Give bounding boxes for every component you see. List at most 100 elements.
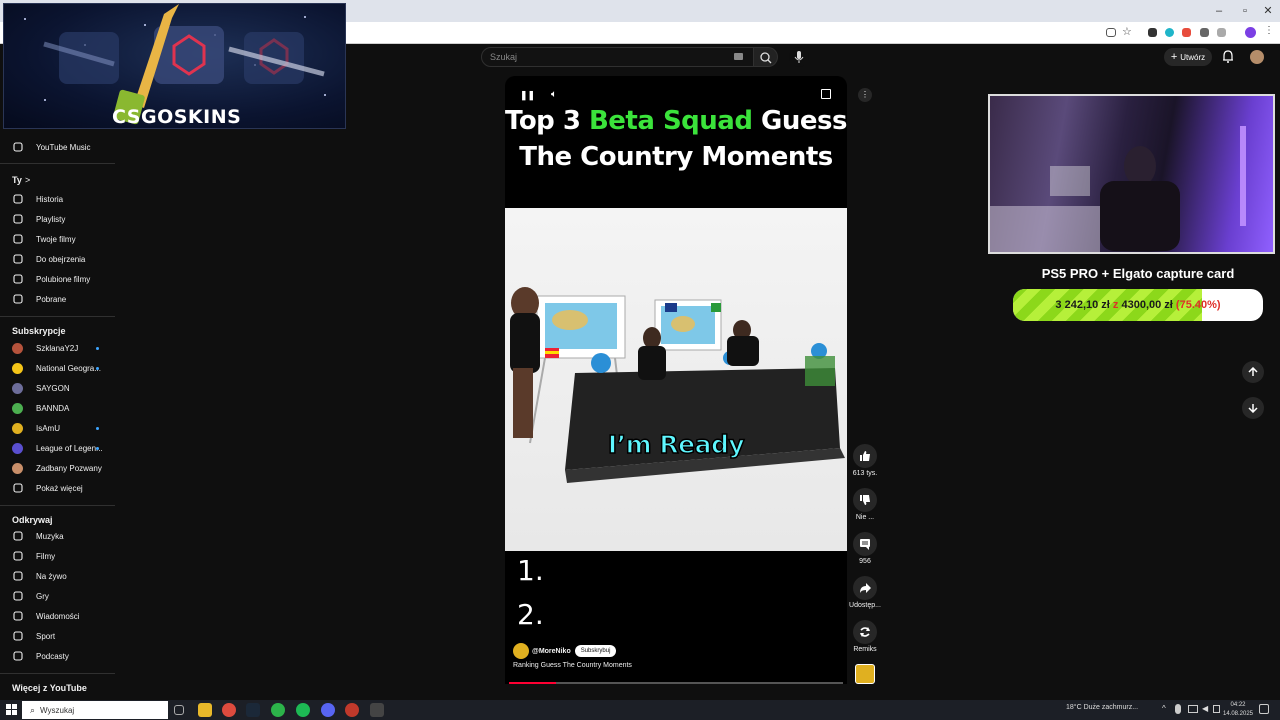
sound-thumbnail[interactable]: [855, 664, 875, 684]
sidebar-item[interactable]: Wiadomości: [0, 607, 118, 625]
search-button[interactable]: [754, 47, 778, 67]
sidebar-item[interactable]: Zadbany Pozwany: [0, 459, 118, 477]
live-icon: [12, 571, 23, 582]
sidebar-item-label: Twoje filmy: [36, 234, 76, 244]
sidebar-item[interactable]: Filmy: [0, 547, 118, 565]
account-avatar[interactable]: [1250, 50, 1264, 64]
share-button[interactable]: [853, 576, 877, 600]
sidebar-item[interactable]: Polubione filmy: [0, 270, 118, 288]
new-content-dot: [96, 347, 99, 350]
close-window-button[interactable]: ✕: [1258, 3, 1278, 19]
subtitle-caption: I’m Ready: [607, 429, 745, 460]
podcast-icon: [12, 651, 23, 662]
like-count: 613 tys.: [852, 470, 878, 477]
short-description[interactable]: Ranking Guess The Country Moments: [513, 662, 632, 669]
extension-icon-1[interactable]: [1148, 28, 1157, 37]
keyboard-icon[interactable]: [734, 53, 743, 60]
extensions-puzzle-icon[interactable]: [1200, 28, 1209, 37]
tray-battery-icon[interactable]: [1213, 705, 1220, 713]
sidebar-item-label: Sport: [36, 631, 56, 641]
cast-icon[interactable]: [1106, 28, 1116, 37]
arrow-down-icon: [1248, 404, 1258, 413]
tray-chevron-icon[interactable]: ^: [1162, 704, 1166, 713]
bookmark-star-icon[interactable]: ☆: [1122, 25, 1132, 38]
file-explorer-icon[interactable]: [198, 703, 212, 717]
next-short-button[interactable]: [1242, 397, 1264, 419]
spotify-icon[interactable]: [296, 703, 310, 717]
sidebar-divider: [0, 505, 115, 506]
sidebar-item[interactable]: BANNDA: [0, 399, 118, 417]
settings-gear-icon[interactable]: [370, 703, 384, 717]
dislike-button[interactable]: [853, 488, 877, 512]
chevron-right-icon[interactable]: >: [25, 175, 30, 185]
sidebar-item-label: Historia: [36, 194, 64, 204]
windows-start-icon[interactable]: [6, 704, 17, 715]
maximize-button[interactable]: ▫: [1235, 3, 1255, 19]
sport-icon: [12, 631, 23, 642]
shorts-player[interactable]: ❚❚ 🔈︎ Top 3 Beta Squad Guess The Country…: [505, 76, 847, 684]
channel-name[interactable]: @MoreNiko: [532, 648, 571, 655]
sidebar-item[interactable]: Podcasty: [0, 647, 118, 665]
sidebar-item[interactable]: Pobrane: [0, 290, 118, 308]
sidebar-item[interactable]: Historia: [0, 190, 118, 208]
green-app-icon[interactable]: [271, 703, 285, 717]
search-input[interactable]: Szukaj: [481, 47, 754, 67]
sidebar-panel-icon[interactable]: [1217, 28, 1226, 37]
donation-goal-bar: 3 242,10 zł z 4300,00 zł (75.40%): [1013, 289, 1263, 321]
notification-center-icon[interactable]: [1259, 704, 1269, 714]
sidebar-item[interactable]: Gry: [0, 587, 118, 605]
tray-volume-icon[interactable]: ◀︎: [1202, 704, 1208, 713]
steam-icon[interactable]: [246, 703, 260, 717]
more-options-icon[interactable]: ⋮: [858, 88, 872, 102]
sidebar-item[interactable]: Do obejrzenia: [0, 250, 118, 268]
explore-header[interactable]: Odkrywaj: [12, 515, 53, 525]
chrome-icon[interactable]: [222, 703, 236, 717]
volume-icon[interactable]: 🔈︎: [551, 89, 557, 100]
remix-button[interactable]: [853, 620, 877, 644]
sidebar-item[interactable]: SzklanaY2J: [0, 339, 118, 357]
sidebar-item[interactable]: Playlisty: [0, 210, 118, 228]
sidebar-item[interactable]: IsAmU: [0, 419, 118, 437]
browser-menu-icon[interactable]: ⋮: [1264, 25, 1274, 36]
profile-avatar-icon[interactable]: [1245, 27, 1256, 38]
you-section-header[interactable]: Ty: [12, 175, 22, 185]
tray-mic-icon[interactable]: [1175, 704, 1181, 714]
channel-avatar[interactable]: [513, 643, 529, 659]
sidebar-item[interactable]: National Geogra...: [0, 359, 118, 377]
task-view-icon[interactable]: [174, 705, 184, 715]
video-progress-bar[interactable]: [509, 682, 843, 684]
sidebar-item-label: Podcasty: [36, 651, 69, 661]
discord-icon[interactable]: [321, 703, 335, 717]
channel-avatar: [12, 442, 23, 454]
voice-search-button[interactable]: [789, 47, 809, 67]
sidebar-item[interactable]: SAYGON: [0, 379, 118, 397]
taskbar-search[interactable]: ⌕ Wyszukaj: [22, 701, 168, 719]
previous-short-button[interactable]: [1242, 361, 1264, 383]
fullscreen-icon[interactable]: [821, 89, 831, 99]
taskbar-clock[interactable]: 04:22 14.08.2025: [1222, 701, 1254, 719]
tray-network-icon[interactable]: [1188, 705, 1198, 713]
create-button[interactable]: + Utwórz: [1164, 48, 1212, 66]
comments-button[interactable]: [853, 532, 877, 556]
more-from-youtube-header[interactable]: Więcej z YouTube: [12, 683, 87, 693]
search-icon: [760, 52, 772, 64]
minimize-button[interactable]: –: [1209, 3, 1229, 19]
obs-icon[interactable]: [345, 703, 359, 717]
subscribe-button[interactable]: Subskrybuj: [574, 645, 617, 657]
like-button[interactable]: [853, 444, 877, 468]
sidebar-item[interactable]: Muzyka: [0, 527, 118, 545]
sidebar-item-label: Na żywo: [36, 571, 67, 581]
pause-icon[interactable]: ❚❚: [520, 90, 535, 101]
sidebar-item[interactable]: YouTube Music: [0, 138, 118, 156]
sidebar-item[interactable]: Sport: [0, 627, 118, 645]
sidebar-item[interactable]: Pokaż więcej: [0, 479, 118, 497]
notifications-bell-icon[interactable]: [1222, 50, 1234, 63]
extension-icon-3[interactable]: [1182, 28, 1191, 37]
taskbar-weather[interactable]: 18°C Duże zachmurz...: [1066, 704, 1138, 711]
extension-icon-2[interactable]: [1165, 28, 1174, 37]
sidebar-item[interactable]: Twoje filmy: [0, 230, 118, 248]
subscriptions-header[interactable]: Subskrypcje: [12, 326, 66, 336]
webcam-scene: [990, 126, 1246, 252]
sidebar-item[interactable]: League of Legen...: [0, 439, 118, 457]
sidebar-item[interactable]: Na żywo: [0, 567, 118, 585]
